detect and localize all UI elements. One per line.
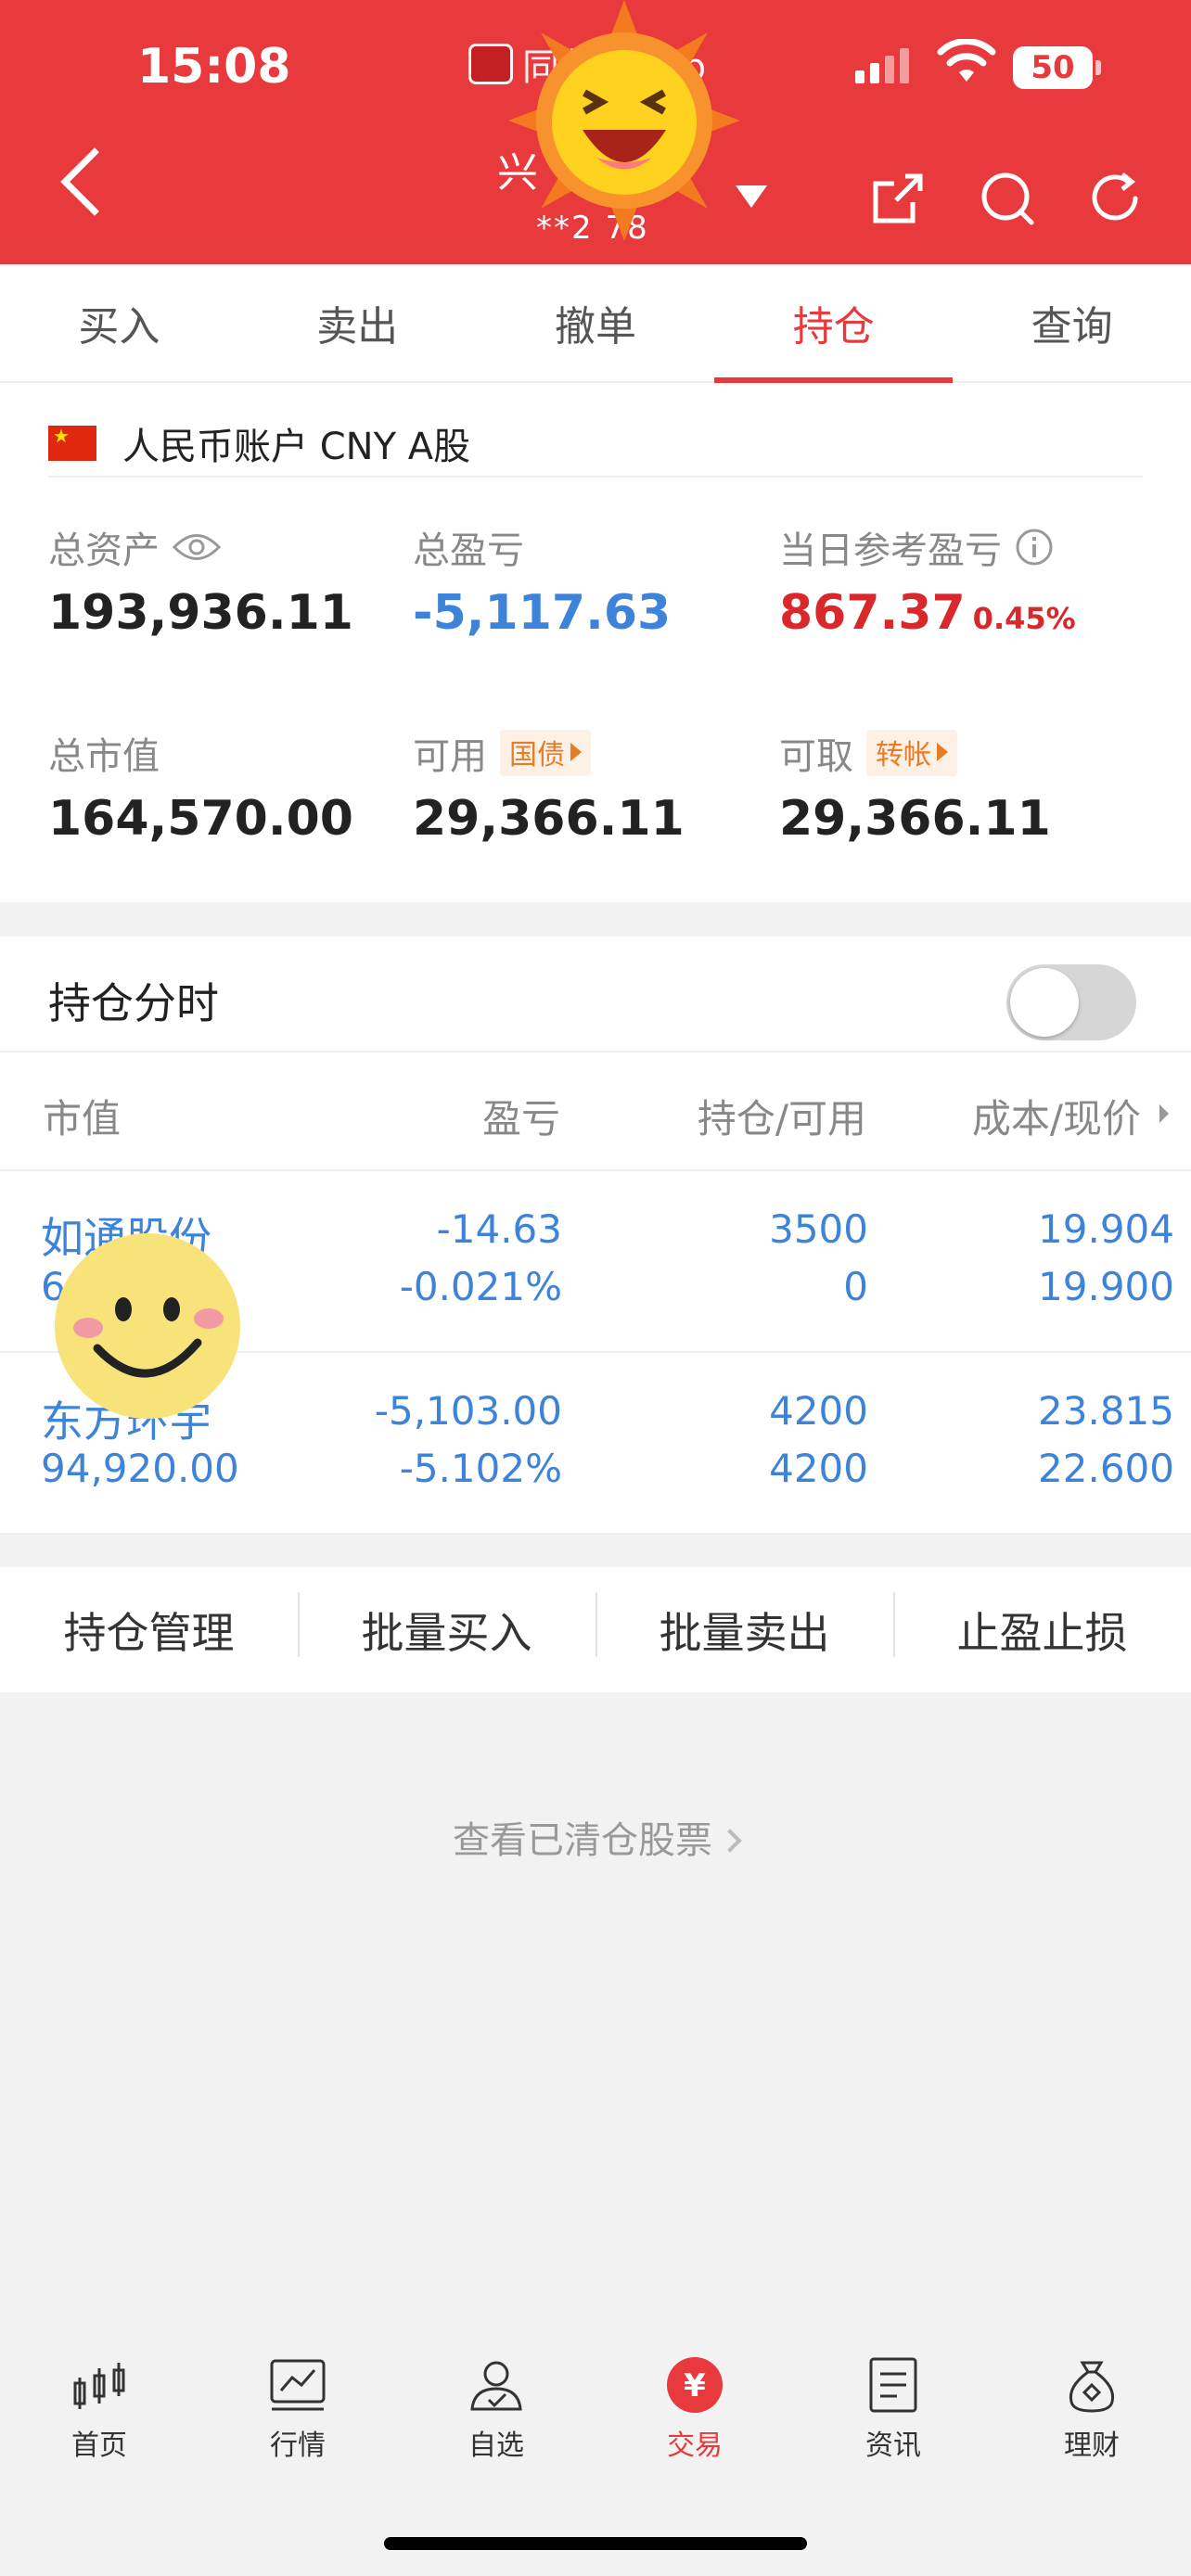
document-icon	[869, 2357, 917, 2413]
daily-pnl-label: 当日参考盈亏	[779, 529, 1002, 572]
nav-market-label: 行情	[270, 2429, 326, 2462]
stock-cost: 23.815	[1038, 1388, 1174, 1434]
available-label: 可用	[413, 735, 487, 778]
col-pnl[interactable]: 盈亏	[482, 1088, 560, 1144]
market-chart-icon	[270, 2359, 326, 2411]
tab-positions[interactable]: 持仓	[714, 264, 953, 383]
manage-positions-button[interactable]: 持仓管理	[0, 1600, 298, 1661]
stock-position: 3500	[769, 1206, 868, 1252]
daily-pnl: 当日参考盈亏 867.37 0.45%	[779, 520, 1076, 641]
tab-cancel[interactable]: 撤单	[477, 264, 715, 381]
nav-market[interactable]: 行情	[242, 2355, 353, 2463]
treasury-bond-tag[interactable]: 国债	[500, 730, 591, 776]
daily-pnl-value: 867.37	[779, 585, 966, 641]
total-assets-label: 总资产	[48, 529, 160, 572]
stock-cost: 19.904	[1038, 1206, 1174, 1252]
sun-sticker	[508, 0, 740, 241]
take-profit-stop-loss-button[interactable]: 止盈止损	[893, 1591, 1191, 1661]
market-value-value: 164,570.00	[48, 791, 353, 847]
account-switch-caret-icon[interactable]	[736, 185, 767, 208]
candlestick-icon	[73, 2363, 125, 2409]
eye-icon[interactable]	[173, 531, 221, 563]
app-mini-icon	[468, 44, 513, 84]
position-timeshare-toggle[interactable]	[1006, 964, 1136, 1040]
stock-pnl-pct: -0.021%	[399, 1264, 562, 1309]
chevron-right-icon	[718, 1829, 742, 1853]
nav-watchlist-label: 自选	[468, 2429, 524, 2462]
account-summary: 人民币账户 CNY A股 总资产 193,936.11 总盈亏 -5,117.6…	[0, 383, 1191, 902]
share-icon[interactable]	[868, 169, 928, 228]
total-pnl-value: -5,117.63	[413, 585, 672, 641]
nav-trade[interactable]: ¥ 交易	[639, 2355, 750, 2463]
account-label: 人民币账户 CNY A股	[122, 426, 471, 468]
withdrawable-value: 29,366.11	[779, 791, 1051, 847]
positions-table-header: 市值 盈亏 持仓/可用 成本/现价	[0, 1052, 1191, 1171]
withdrawable-label: 可取	[779, 735, 853, 778]
nav-home[interactable]: 首页	[44, 2355, 155, 2463]
nav-news[interactable]: 资讯	[838, 2355, 949, 2463]
stock-price: 19.900	[1038, 1264, 1174, 1309]
yuan-coin-icon: ¥	[667, 2357, 723, 2413]
user-check-icon	[470, 2361, 522, 2411]
svg-text:¥: ¥	[684, 2367, 706, 2404]
battery-indicator: 50	[1013, 46, 1101, 89]
smiley-sticker	[55, 1233, 240, 1419]
view-cleared-stocks-link[interactable]: 查看已清仓股票	[0, 1810, 1191, 1864]
stock-available: 4200	[769, 1446, 868, 1491]
money-bag-icon	[1069, 2361, 1115, 2413]
nav-trade-label: 交易	[667, 2429, 723, 2462]
top-header: 15:08 同花顺App 50 兴 **2 78	[0, 0, 1191, 264]
daily-pnl-pct: 0.45%	[972, 601, 1076, 636]
available-value: 29,366.11	[413, 791, 685, 847]
nav-wealth-label: 理财	[1064, 2429, 1120, 2462]
col-cost-price[interactable]: 成本/现价	[972, 1088, 1141, 1144]
nav-watchlist[interactable]: 自选	[441, 2355, 552, 2463]
withdrawable-funds: 可取 转帐 29,366.11	[779, 726, 1051, 847]
account-selector[interactable]: 人民币账户 CNY A股	[48, 411, 1143, 478]
col-position[interactable]: 持仓/可用	[698, 1088, 866, 1144]
stock-price: 22.600	[1038, 1446, 1174, 1491]
tab-sell[interactable]: 卖出	[238, 264, 477, 381]
stock-available: 0	[843, 1264, 868, 1309]
position-actions: 持仓管理 批量买入 批量卖出 止盈止损	[0, 1567, 1191, 1692]
trade-tabs: 买入 卖出 撤单 持仓 查询	[0, 264, 1191, 383]
col-market-value[interactable]: 市值	[43, 1088, 121, 1144]
batch-buy-button[interactable]: 批量买入	[298, 1591, 596, 1661]
tab-query[interactable]: 查询	[953, 264, 1191, 381]
back-button[interactable]	[60, 147, 129, 216]
market-value-label: 总市值	[48, 735, 160, 778]
cleared-link-label: 查看已清仓股票	[453, 1819, 712, 1862]
total-pnl-label: 总盈亏	[413, 529, 524, 572]
batch-sell-button[interactable]: 批量卖出	[596, 1591, 893, 1661]
nav-home-label: 首页	[71, 2429, 127, 2462]
position-timeshare-label: 持仓分时	[48, 978, 219, 1028]
transfer-tag[interactable]: 转帐	[866, 730, 957, 776]
cellular-signal-icon	[855, 48, 909, 83]
stock-pnl-pct: -5.102%	[399, 1446, 562, 1491]
refresh-icon[interactable]	[1085, 169, 1145, 228]
total-pnl: 总盈亏 -5,117.63	[413, 520, 671, 641]
stock-pnl: -14.63	[436, 1206, 562, 1252]
total-assets-value: 193,936.11	[48, 585, 353, 641]
stock-market-value: 94,920.00	[41, 1446, 239, 1491]
nav-news-label: 资讯	[865, 2429, 921, 2462]
home-indicator[interactable]	[384, 2537, 807, 2550]
stock-position: 4200	[769, 1388, 868, 1434]
status-time: 15:08	[137, 39, 291, 95]
search-icon[interactable]	[978, 169, 1037, 228]
stock-pnl: -5,103.00	[374, 1388, 562, 1434]
info-icon[interactable]	[1015, 528, 1054, 567]
market-value: 总市值 164,570.00	[48, 726, 353, 847]
available-funds: 可用 国债 29,366.11	[413, 726, 685, 847]
wifi-icon	[937, 39, 996, 82]
position-timeshare-row: 持仓分时	[0, 937, 1191, 1052]
china-flag-icon	[48, 426, 96, 461]
scroll-right-icon[interactable]	[1159, 1104, 1169, 1123]
nav-wealth[interactable]: 理财	[1036, 2355, 1147, 2463]
tab-buy[interactable]: 买入	[0, 264, 238, 381]
total-assets: 总资产 193,936.11	[48, 520, 353, 641]
